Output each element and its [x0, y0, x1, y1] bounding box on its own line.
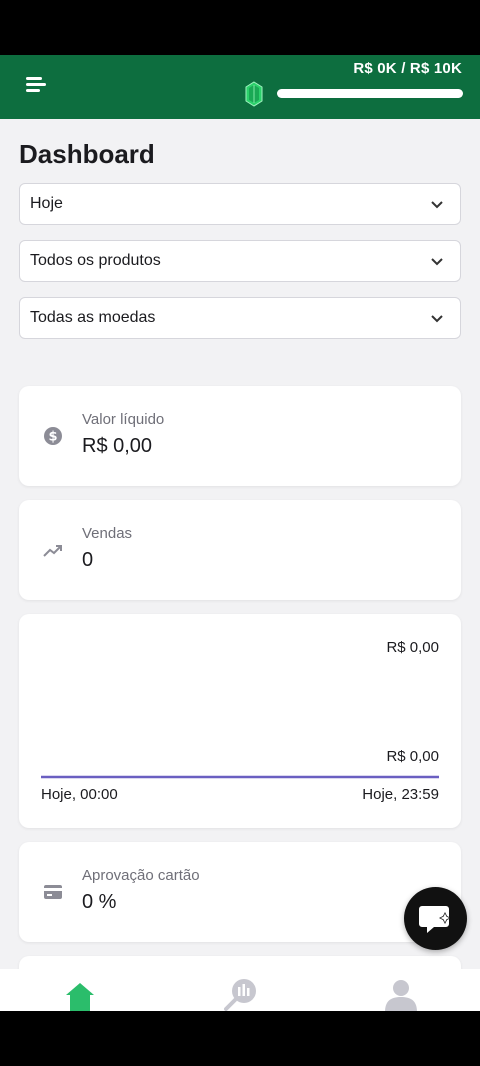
- trending-up-icon: [43, 545, 62, 557]
- chevron-down-icon: [431, 201, 443, 209]
- chart-y-top-label: R$ 0,00: [386, 639, 439, 656]
- svg-text:$: $: [48, 430, 57, 445]
- app-screen: R$ 0K / R$ 10K Dashboard Hoje Todos os p…: [0, 55, 480, 1011]
- home-icon: [66, 983, 94, 1011]
- chat-sparkle-icon: [419, 906, 451, 933]
- page-title: Dashboard: [19, 139, 155, 169]
- analytics-icon: [224, 979, 256, 1011]
- nav-home[interactable]: [0, 969, 160, 1011]
- sales-card[interactable]: Vendas 0: [19, 500, 461, 600]
- bottom-navigation: [0, 969, 480, 1011]
- sales-chart-card: R$ 0,00 R$ 0,00 Hoje, 00:00 Hoje, 23:59: [19, 614, 461, 828]
- nav-analytics[interactable]: [160, 969, 320, 1011]
- period-select-value: Hoje: [30, 195, 63, 212]
- dollar-coin-icon: $: [44, 427, 62, 445]
- net-value-label: Valor líquido: [82, 411, 165, 428]
- card-approval-label: Aprovação cartão: [82, 867, 200, 884]
- chevron-down-icon: [431, 258, 443, 266]
- product-select-value: Todos os produtos: [30, 252, 161, 269]
- chat-fab[interactable]: [404, 887, 467, 950]
- net-value-amount: R$ 0,00: [82, 435, 153, 457]
- product-select[interactable]: Todos os produtos: [19, 240, 461, 282]
- currency-select[interactable]: Todas as moedas: [19, 297, 461, 339]
- sales-count: 0: [82, 549, 94, 571]
- top-app-bar: R$ 0K / R$ 10K: [0, 55, 480, 119]
- currency-select-value: Todas as moedas: [30, 309, 156, 326]
- credit-card-icon: [44, 885, 62, 899]
- menu-icon[interactable]: [24, 73, 48, 97]
- gem-icon: [245, 81, 263, 107]
- period-select[interactable]: Hoje: [19, 183, 461, 225]
- card-approval-card[interactable]: Aprovação cartão 0 %: [19, 842, 461, 942]
- chart-x-start-label: Hoje, 00:00: [41, 786, 118, 803]
- chart-x-end-label: Hoje, 23:59: [362, 786, 439, 803]
- chevron-down-icon: [431, 315, 443, 323]
- sales-label: Vendas: [82, 525, 133, 542]
- net-value-card[interactable]: $ Valor líquido R$ 0,00: [19, 386, 461, 486]
- card-approval-rate: 0 %: [82, 891, 117, 913]
- revenue-goal-text: R$ 0K / R$ 10K: [353, 60, 462, 77]
- profile-icon: [385, 980, 417, 1011]
- revenue-goal-progress-bar: [277, 89, 463, 98]
- nav-profile[interactable]: [320, 969, 480, 1011]
- chart-y-bottom-label: R$ 0,00: [386, 748, 439, 765]
